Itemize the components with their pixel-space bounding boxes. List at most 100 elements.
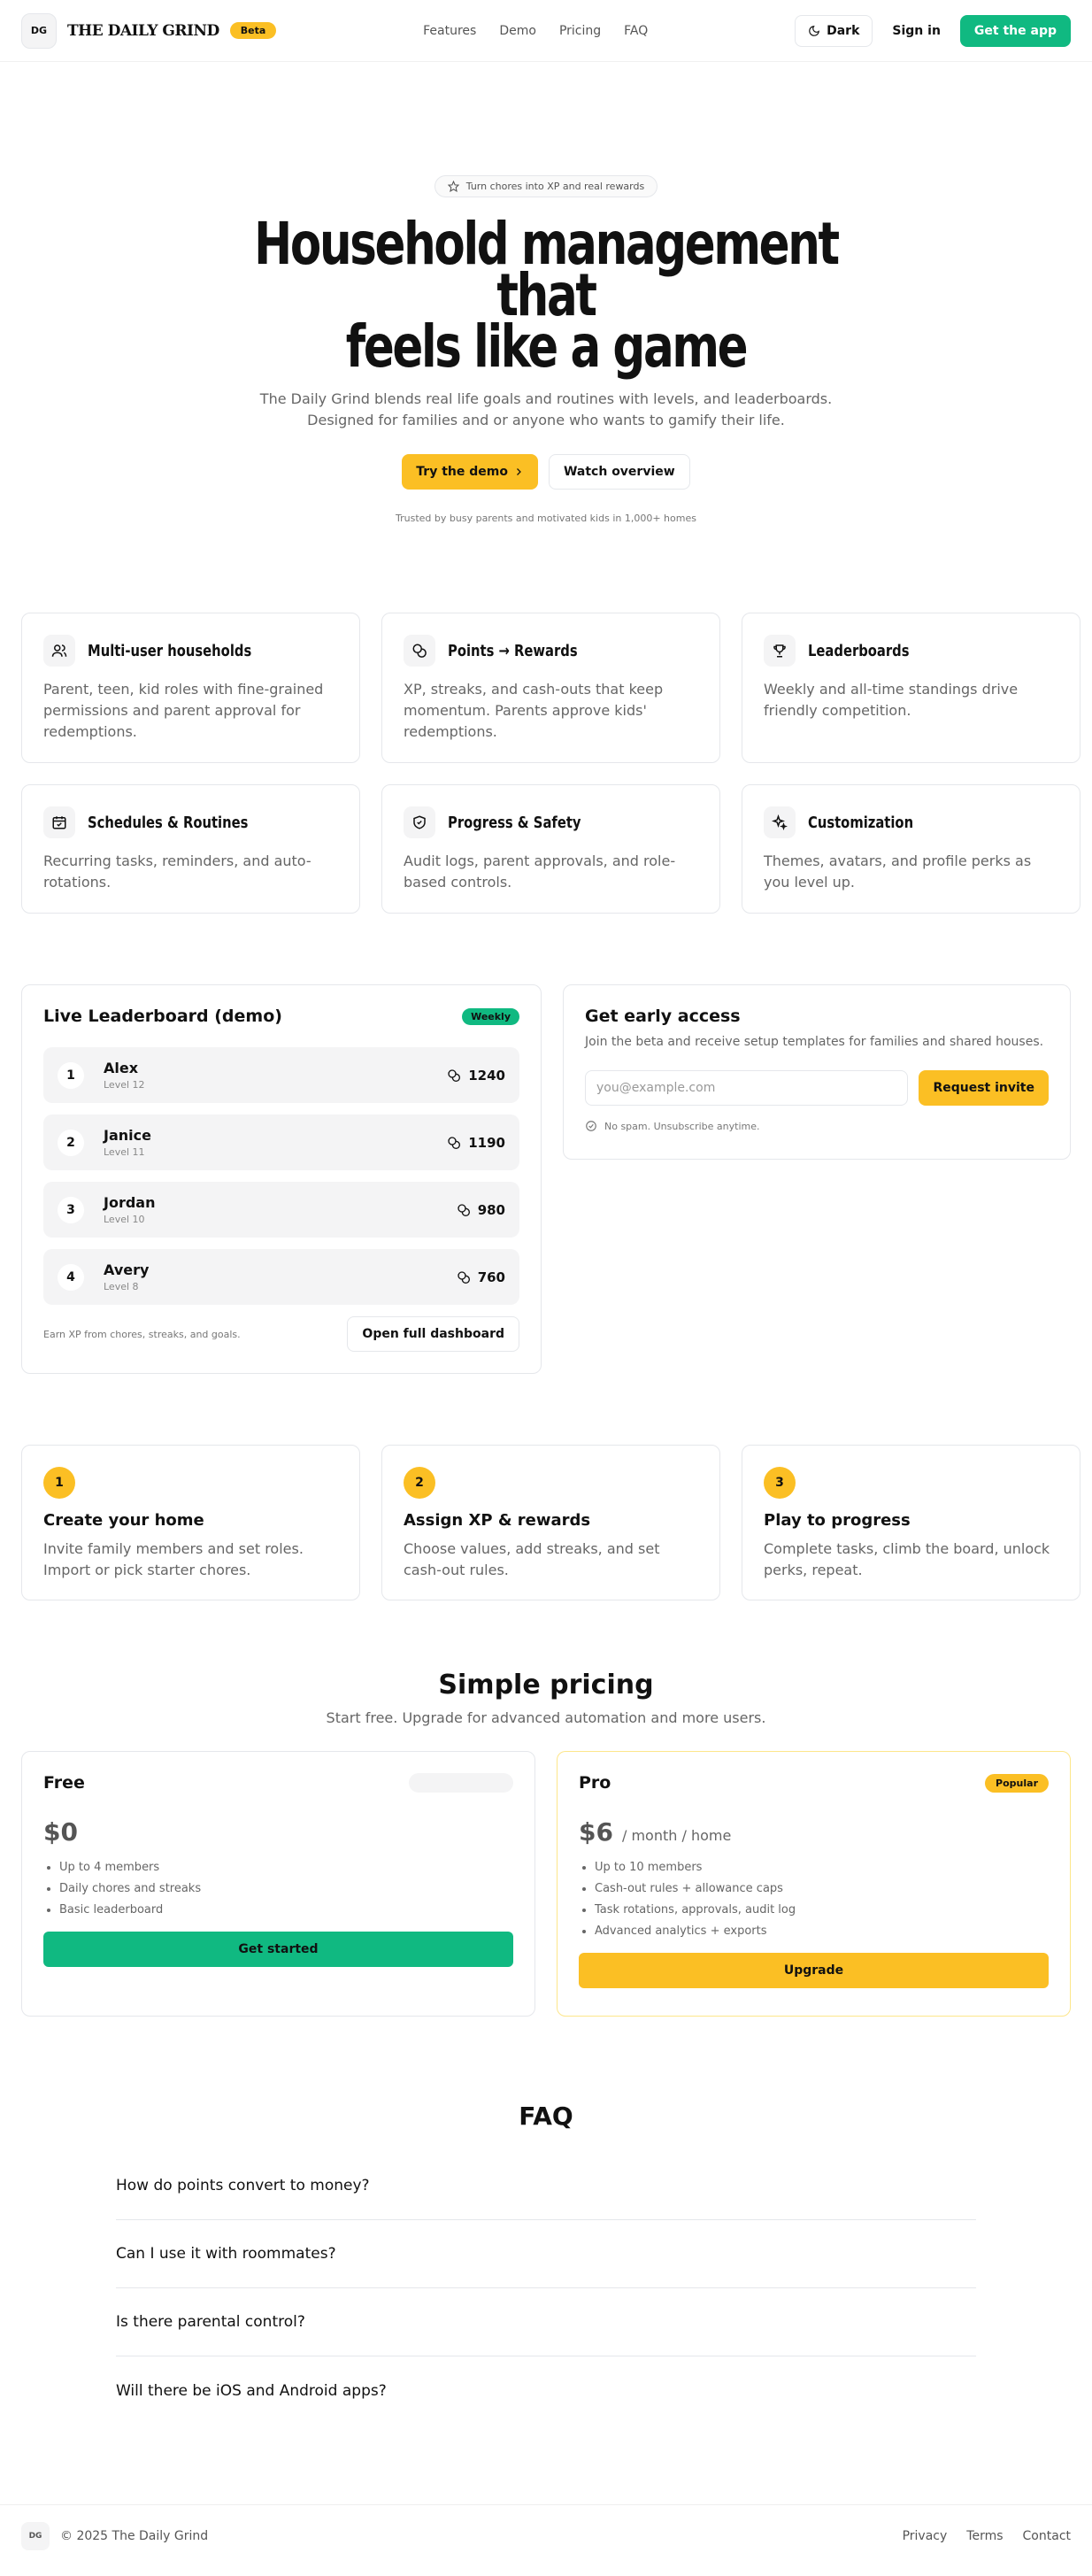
feature-desc: Weekly and all-time standings drive frie…: [764, 681, 1019, 719]
player-points: 1190: [468, 1134, 505, 1151]
plan-feature: Up to 4 members: [59, 1857, 513, 1878]
coins-icon: [458, 1203, 470, 1216]
player-level: Level 8: [104, 1281, 139, 1292]
faq-item[interactable]: Is there parental control?: [116, 2288, 976, 2356]
plan-card-pro: Pro Popular $6 / month / home Up to 10 me…: [557, 1751, 1071, 2017]
step-number: 1: [43, 1467, 75, 1499]
feature-card: Progress & Safety Audit logs, parent app…: [381, 784, 720, 914]
trophy-icon: [764, 635, 796, 667]
nav-links: Features Demo Pricing FAQ: [423, 24, 648, 38]
hero-subtitle-line1: The Daily Grind blends real life goals a…: [259, 390, 833, 407]
step-card: 1 Create your home Invite family members…: [21, 1445, 360, 1600]
hero-title-line1: Household management that: [254, 210, 840, 329]
step-card: 3 Play to progress Complete tasks, climb…: [742, 1445, 1080, 1600]
feature-desc: Recurring tasks, reminders, and auto-rot…: [43, 852, 311, 891]
feature-desc: Audit logs, parent approvals, and role-b…: [404, 852, 676, 891]
feature-desc: Themes, avatars, and profile perks as yo…: [764, 852, 1032, 891]
leaderboard-row[interactable]: 2 Janice Level 11 1190: [43, 1114, 519, 1170]
player-points: 760: [477, 1269, 505, 1285]
steps-section: 1 Create your home Invite family members…: [21, 1445, 1080, 1600]
rank-badge: 1: [58, 1061, 84, 1089]
moon-icon: [809, 25, 820, 36]
hero-subtitle-line2: Designed for families and or anyone who …: [307, 412, 785, 428]
coins-icon: [458, 1270, 470, 1284]
plan-name: Free: [43, 1773, 85, 1793]
rank-badge: 3: [58, 1196, 84, 1223]
step-number: 3: [764, 1467, 796, 1499]
footer-link-terms[interactable]: Terms: [966, 2529, 1003, 2543]
features-grid: Multi-user households Parent, teen, kid …: [21, 613, 1080, 914]
demo-section: Live Leaderboard (demo) Weekly 1 Alex Lev…: [21, 984, 1071, 1374]
coins-icon: [448, 1136, 461, 1149]
step-desc: Invite family members and set roles. Imp…: [43, 1540, 304, 1578]
hero-cta: Try the demo Watch overview: [0, 454, 1092, 490]
feature-desc: XP, streaks, and cash-outs that keep mom…: [404, 681, 664, 740]
get-started-button[interactable]: Get started: [43, 1932, 513, 1967]
coins-icon: [448, 1068, 461, 1082]
plan-features: Up to 4 members Daily chores and streaks…: [43, 1857, 513, 1921]
step-title: Create your home: [43, 1511, 204, 1530]
popular-badge: Popular: [985, 1773, 1049, 1793]
footer-logo: DG: [21, 2521, 50, 2550]
leaderboard-row[interactable]: 1 Alex Level 12 1240: [43, 1047, 519, 1103]
watch-overview-button[interactable]: Watch overview: [548, 454, 690, 490]
faq-section: FAQ How do points convert to money? Can …: [0, 2102, 1092, 2425]
get-app-button[interactable]: Get the app: [959, 14, 1071, 47]
nav-link-features[interactable]: Features: [423, 24, 476, 38]
try-demo-label: Try the demo: [416, 465, 508, 479]
step-card: 2 Assign XP & rewards Choose values, add…: [381, 1445, 720, 1600]
step-number: 2: [404, 1467, 435, 1499]
nav-link-pricing[interactable]: Pricing: [559, 24, 601, 38]
copyright: © 2025 The Daily Grind: [60, 2528, 209, 2543]
upgrade-button[interactable]: Upgrade: [579, 1953, 1049, 1988]
player-points: 980: [477, 1201, 505, 1218]
faq-item[interactable]: How do points convert to money?: [116, 2152, 976, 2220]
dark-mode-button[interactable]: Dark: [795, 14, 873, 47]
calendar-icon: [43, 806, 75, 838]
footer-link-contact[interactable]: Contact: [1023, 2529, 1071, 2543]
email-input[interactable]: you@example.com: [585, 1070, 909, 1106]
open-dashboard-button[interactable]: Open full dashboard: [347, 1316, 519, 1352]
try-demo-button[interactable]: Try the demo: [402, 454, 538, 490]
leaderboard-row[interactable]: 4 Avery Level 8 760: [43, 1249, 519, 1305]
no-spam-note: No spam. Unsubscribe anytime.: [585, 1120, 1049, 1132]
faq-item[interactable]: Will there be iOS and Android apps?: [116, 2356, 976, 2425]
feature-title: Progress & Safety: [448, 813, 581, 832]
top-nav: DG THE DAILY GRIND Beta Features Demo Pr…: [0, 0, 1092, 62]
feature-card: Customization Themes, avatars, and profi…: [742, 784, 1080, 914]
footer: DG © 2025 The Daily Grind Privacy Terms …: [0, 2504, 1092, 2566]
feature-title: Schedules & Routines: [88, 813, 249, 832]
faq-item[interactable]: Can I use it with roommates?: [116, 2220, 976, 2288]
footer-link-privacy[interactable]: Privacy: [903, 2529, 948, 2543]
leaderboard-card: Live Leaderboard (demo) Weekly 1 Alex Lev…: [21, 984, 542, 1374]
plan-feature: Advanced analytics + exports: [595, 1921, 1049, 1942]
feature-card: Schedules & Routines Recurring tasks, re…: [21, 784, 360, 914]
step-desc: Complete tasks, climb the board, unlock …: [764, 1540, 1050, 1578]
nav-actions: Dark Sign in Get the app: [795, 14, 1071, 47]
feature-title: Multi-user households: [88, 641, 252, 660]
player-level: Level 12: [104, 1079, 145, 1091]
player-points: 1240: [468, 1067, 505, 1084]
rank-badge: 2: [58, 1129, 84, 1156]
dark-mode-label: Dark: [827, 23, 860, 38]
early-access-desc: Join the beta and receive setup template…: [585, 1035, 1044, 1049]
feature-card: Points → Rewards XP, streaks, and cash-o…: [381, 613, 720, 763]
plan-period: / month / home: [621, 1827, 732, 1844]
hero-title-line2: feels like a game: [345, 312, 749, 381]
step-title: Play to progress: [764, 1511, 911, 1530]
sign-in-link[interactable]: Sign in: [885, 24, 948, 38]
plan-name: Pro: [579, 1773, 611, 1793]
users-icon: [43, 635, 75, 667]
feature-title: Leaderboards: [808, 641, 910, 660]
request-invite-button[interactable]: Request invite: [919, 1070, 1049, 1106]
plan-features: Up to 10 members Cash-out rules + allowa…: [579, 1857, 1049, 1942]
hero-pill: Turn chores into XP and real rewards: [434, 175, 658, 197]
early-access-card: Get early access Join the beta and recei…: [563, 984, 1071, 1160]
pricing-subtitle: Start free. Upgrade for advanced automat…: [326, 1709, 766, 1726]
player-name: Janice: [104, 1127, 151, 1144]
nav-link-faq[interactable]: FAQ: [624, 24, 648, 38]
feature-title: Points → Rewards: [448, 641, 578, 660]
nav-link-demo[interactable]: Demo: [499, 24, 536, 38]
brand[interactable]: DG THE DAILY GRIND Beta: [21, 12, 277, 49]
leaderboard-row[interactable]: 3 Jordan Level 10 980: [43, 1182, 519, 1238]
